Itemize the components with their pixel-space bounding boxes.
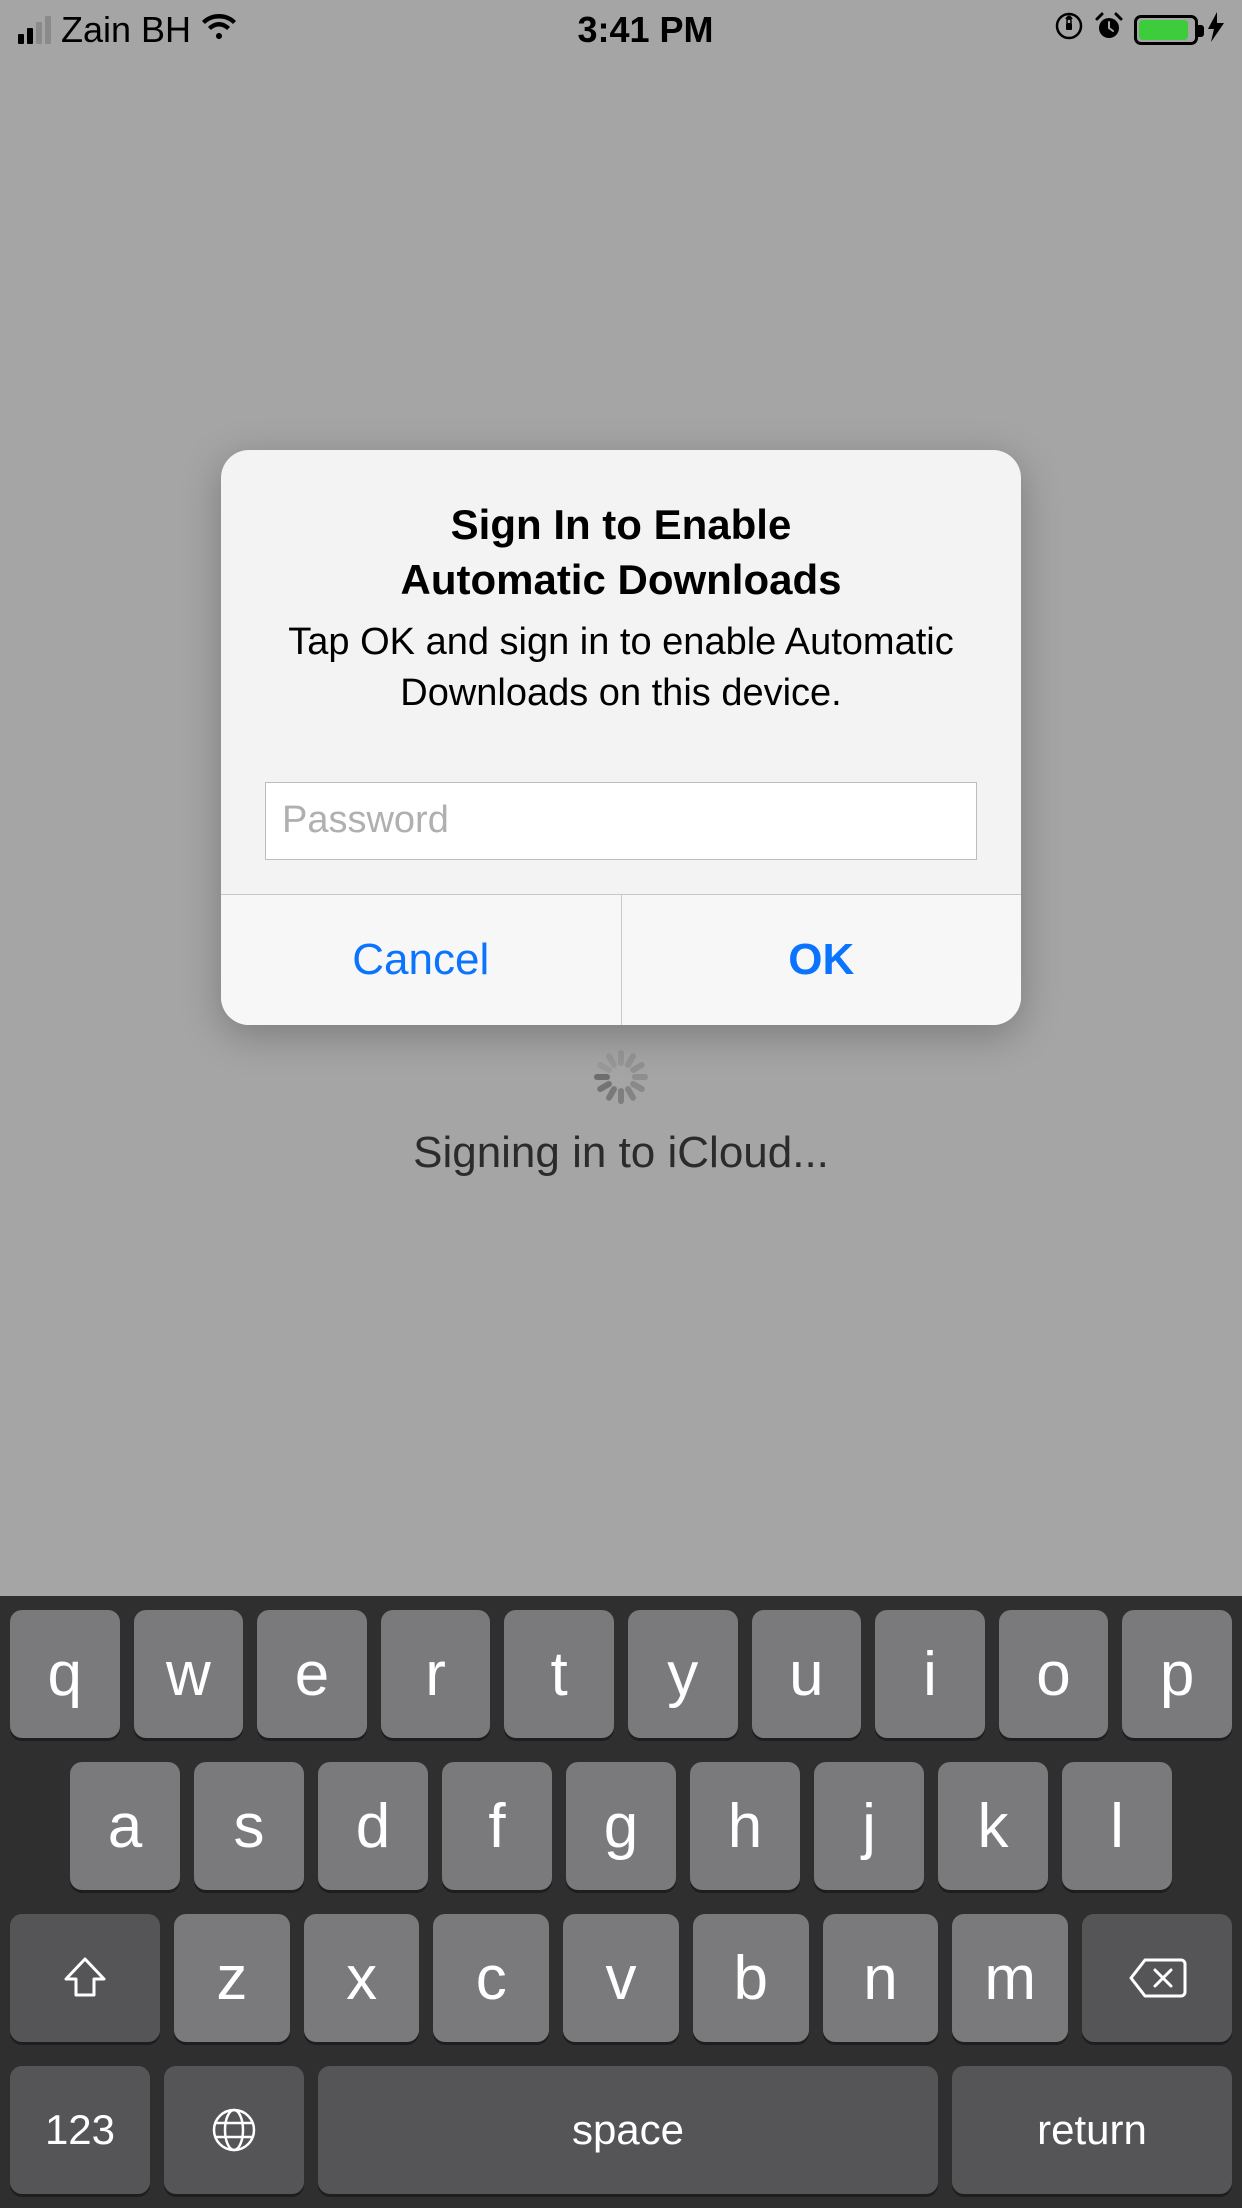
key-r[interactable]: r <box>381 1610 491 1738</box>
key-l[interactable]: l <box>1062 1762 1172 1890</box>
key-a[interactable]: a <box>70 1762 180 1890</box>
key-globe[interactable] <box>164 2066 304 2194</box>
status-bar: Zain BH 3:41 PM <box>0 0 1242 60</box>
status-bar-left: Zain BH <box>18 9 237 51</box>
background-status-text: Signing in to iCloud... <box>0 1128 1242 1178</box>
key-z[interactable]: z <box>174 1914 290 2042</box>
clock-time: 3:41 PM <box>577 9 713 51</box>
key-p[interactable]: p <box>1122 1610 1232 1738</box>
loading-spinner-icon <box>594 1050 648 1104</box>
key-t[interactable]: t <box>504 1610 614 1738</box>
key-i[interactable]: i <box>875 1610 985 1738</box>
key-return[interactable]: return <box>952 2066 1232 2194</box>
signal-strength-icon <box>18 16 51 44</box>
shift-icon <box>60 1953 110 2003</box>
key-numbers[interactable]: 123 <box>10 2066 150 2194</box>
modal-title: Sign In to Enable Automatic Downloads <box>265 498 977 607</box>
key-j[interactable]: j <box>814 1762 924 1890</box>
key-y[interactable]: y <box>628 1610 738 1738</box>
key-u[interactable]: u <box>752 1610 862 1738</box>
wifi-icon <box>201 12 237 49</box>
key-o[interactable]: o <box>999 1610 1109 1738</box>
status-bar-right <box>1054 11 1224 49</box>
charging-bolt-icon <box>1208 12 1224 49</box>
key-f[interactable]: f <box>442 1762 552 1890</box>
key-b[interactable]: b <box>693 1914 809 2042</box>
modal-actions: Cancel OK <box>221 894 1021 1025</box>
key-d[interactable]: d <box>318 1762 428 1890</box>
key-v[interactable]: v <box>563 1914 679 2042</box>
key-c[interactable]: c <box>433 1914 549 2042</box>
key-x[interactable]: x <box>304 1914 420 2042</box>
sign-in-modal: Sign In to Enable Automatic Downloads Ta… <box>221 450 1021 1025</box>
key-space[interactable]: space <box>318 2066 938 2194</box>
background-status: Signing in to iCloud... <box>0 1050 1242 1178</box>
key-backspace[interactable] <box>1082 1914 1232 2042</box>
ok-button[interactable]: OK <box>621 895 1022 1025</box>
battery-icon <box>1134 15 1198 45</box>
key-shift[interactable] <box>10 1914 160 2042</box>
cancel-button[interactable]: Cancel <box>221 895 621 1025</box>
key-m[interactable]: m <box>952 1914 1068 2042</box>
modal-title-line2: Automatic Downloads <box>400 556 841 603</box>
key-k[interactable]: k <box>938 1762 1048 1890</box>
key-q[interactable]: q <box>10 1610 120 1738</box>
backspace-icon <box>1127 1956 1187 2000</box>
key-w[interactable]: w <box>134 1610 244 1738</box>
globe-icon <box>209 2105 259 2155</box>
modal-message: Tap OK and sign in to enable Automatic D… <box>265 617 977 720</box>
modal-title-line1: Sign In to Enable <box>451 501 792 548</box>
key-g[interactable]: g <box>566 1762 676 1890</box>
on-screen-keyboard: q w e r t y u i o p a s d f g h j k l z … <box>0 1596 1242 2208</box>
key-e[interactable]: e <box>257 1610 367 1738</box>
key-s[interactable]: s <box>194 1762 304 1890</box>
key-n[interactable]: n <box>823 1914 939 2042</box>
alarm-clock-icon <box>1094 11 1124 49</box>
key-h[interactable]: h <box>690 1762 800 1890</box>
carrier-label: Zain BH <box>61 9 191 51</box>
orientation-lock-icon <box>1054 11 1084 49</box>
password-input[interactable] <box>265 782 977 860</box>
